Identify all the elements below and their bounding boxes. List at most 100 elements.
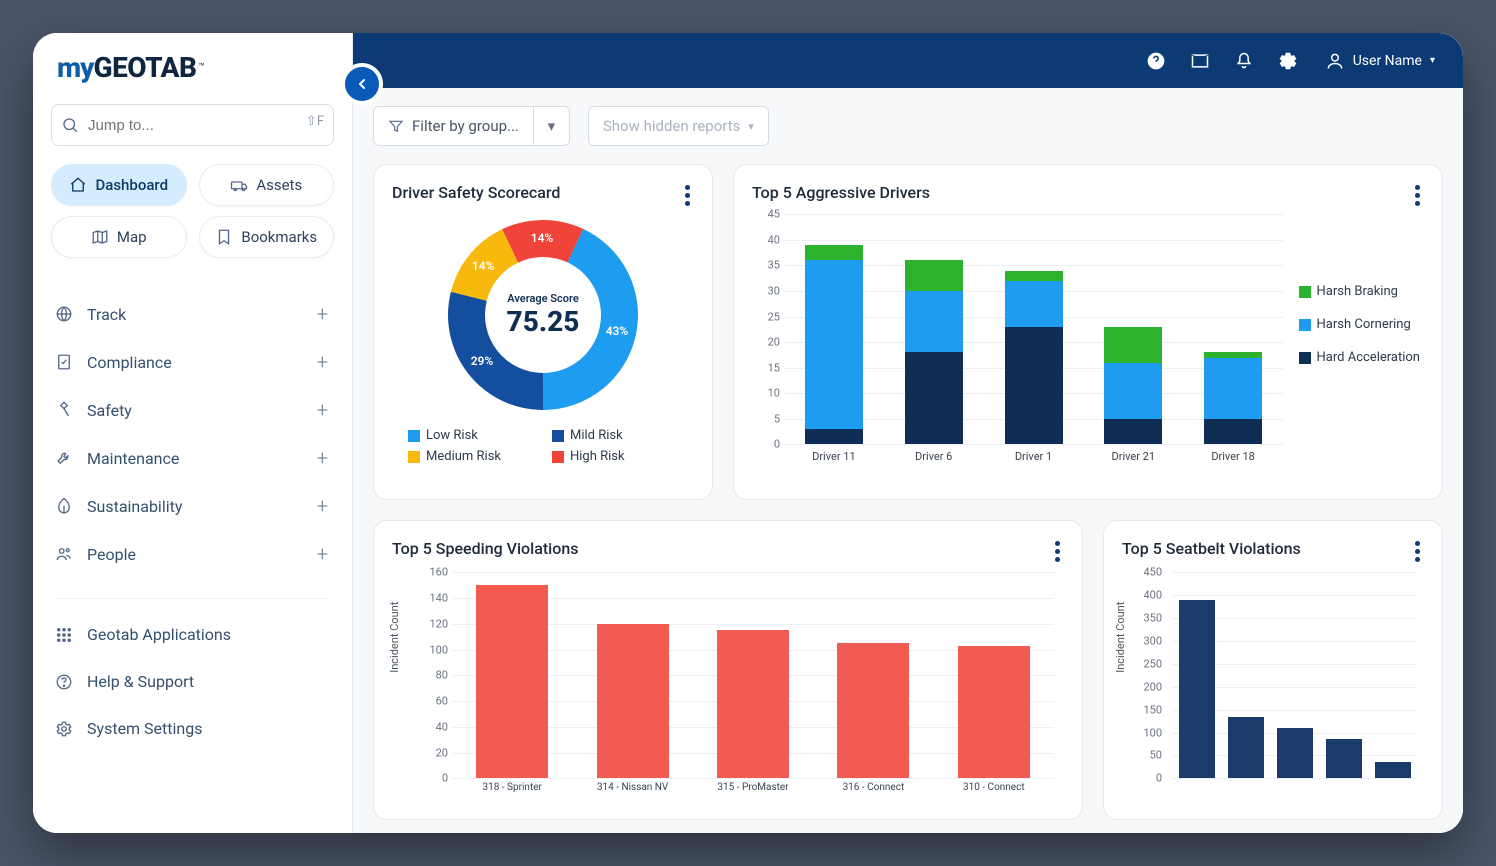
quicklink-bookmarks[interactable]: Bookmarks xyxy=(199,216,335,258)
filter-group-dropdown[interactable]: ▾ xyxy=(534,106,570,146)
filter-group-wrapper: Filter by group... ▾ xyxy=(373,106,570,146)
donut-center: Average Score 75.25 xyxy=(507,292,580,338)
nav-item-sustainability[interactable]: Sustainability + xyxy=(51,482,334,530)
settings-icon[interactable] xyxy=(1275,48,1301,74)
card-scorecard: Driver Safety Scorecard Average Score 75… xyxy=(373,164,713,500)
card-speeding-menu[interactable] xyxy=(1051,537,1064,566)
card-aggressive: Top 5 Aggressive Drivers 051015202530354… xyxy=(733,164,1443,500)
quicklink-bookmarks-label: Bookmarks xyxy=(241,228,317,246)
donut-slice-label: 43% xyxy=(606,324,629,338)
seatbelt-chart: Incident Count 0501001502002503003504004… xyxy=(1122,572,1424,802)
footer-settings[interactable]: System Settings xyxy=(51,705,334,752)
filter-by-group-button[interactable]: Filter by group... xyxy=(373,106,534,146)
chevron-down-icon: ▾ xyxy=(748,120,754,133)
expand-icon: + xyxy=(317,398,328,422)
sidebar: myGEOTAB™ ⇧F Dashboard Assets Map xyxy=(33,33,353,833)
seatbelt-ylabel: Incident Count xyxy=(1114,602,1127,673)
brand-logo: myGEOTAB™ xyxy=(51,43,334,98)
card-scorecard-menu[interactable] xyxy=(681,181,694,210)
aggressive-legend: Harsh Braking Harsh Cornering Hard Accel… xyxy=(1299,214,1424,474)
app-shell: myGEOTAB™ ⇧F Dashboard Assets Map xyxy=(33,33,1463,833)
expand-icon: + xyxy=(317,302,328,326)
quicklink-map[interactable]: Map xyxy=(51,216,187,258)
aggressive-body: 051015202530354045Driver 11Driver 6Drive… xyxy=(752,214,1424,474)
footer-help[interactable]: Help & Support xyxy=(51,658,334,705)
nav-compliance-label: Compliance xyxy=(87,353,172,372)
nav-maintenance-label: Maintenance xyxy=(87,449,179,468)
footer-help-label: Help & Support xyxy=(87,672,194,691)
card-seatbelt-title: Top 5 Seatbelt Violations xyxy=(1122,539,1424,558)
legend-mild-risk: Mild Risk xyxy=(552,428,678,443)
topbar: User Name ▾ xyxy=(353,33,1463,88)
footer-settings-label: System Settings xyxy=(87,719,202,738)
nav-track-label: Track xyxy=(87,305,126,324)
user-name-label: User Name xyxy=(1353,53,1422,69)
nav-item-compliance[interactable]: Compliance + xyxy=(51,338,334,386)
legend-harsh-braking: Harsh Braking xyxy=(1299,284,1420,299)
card-seatbelt: Top 5 Seatbelt Violations Incident Count… xyxy=(1103,520,1443,820)
chevron-down-icon: ▾ xyxy=(1430,55,1435,66)
sidebar-collapse-button[interactable] xyxy=(341,63,383,105)
nav-item-track[interactable]: Track + xyxy=(51,290,334,338)
brand-part2: GEOTAB xyxy=(94,51,197,84)
nav-divider xyxy=(55,598,330,599)
donut-center-label: Average Score xyxy=(507,292,580,305)
show-hidden-reports-button[interactable]: Show hidden reports ▾ xyxy=(588,106,769,146)
quicklinks: Dashboard Assets Map Bookmarks xyxy=(51,164,334,258)
quicklink-dashboard[interactable]: Dashboard xyxy=(51,164,187,206)
expand-icon: + xyxy=(317,446,328,470)
nav-item-people[interactable]: People + xyxy=(51,530,334,578)
notifications-icon[interactable] xyxy=(1231,48,1257,74)
show-hidden-label: Show hidden reports xyxy=(603,117,740,135)
brand-part1: my xyxy=(57,51,94,84)
main: User Name ▾ Filter by group... ▾ Show hi… xyxy=(353,33,1463,833)
cards-container: Driver Safety Scorecard Average Score 75… xyxy=(353,164,1463,833)
brand-tm: ™ xyxy=(198,62,204,73)
expand-icon: + xyxy=(317,494,328,518)
speeding-ylabel: Incident Count xyxy=(388,602,401,673)
footer-apps[interactable]: Geotab Applications xyxy=(51,611,334,658)
quicklink-dashboard-label: Dashboard xyxy=(95,176,168,194)
search-shortcut: ⇧F xyxy=(306,114,324,129)
donut-chart: Average Score 75.25 43% 29% 14% 14% xyxy=(438,210,648,420)
card-row-2: Top 5 Speeding Violations Incident Count… xyxy=(373,520,1443,820)
legend-hard-acceleration: Hard Acceleration xyxy=(1299,350,1420,365)
card-row-1: Driver Safety Scorecard Average Score 75… xyxy=(373,164,1443,500)
nav-list: Track + Compliance + Safety + Maintenanc… xyxy=(51,290,334,578)
legend-harsh-cornering: Harsh Cornering xyxy=(1299,317,1420,332)
card-speeding-title: Top 5 Speeding Violations xyxy=(392,539,1064,558)
legend-low-risk: Low Risk xyxy=(408,428,534,443)
expand-icon: + xyxy=(317,542,328,566)
donut-slice-label: 14% xyxy=(531,231,554,245)
card-aggressive-title: Top 5 Aggressive Drivers xyxy=(752,183,1424,202)
donut-slice-label: 29% xyxy=(471,354,494,368)
help-icon[interactable] xyxy=(1143,48,1169,74)
card-speeding: Top 5 Speeding Violations Incident Count… xyxy=(373,520,1083,820)
quicklink-assets[interactable]: Assets xyxy=(199,164,335,206)
donut-center-value: 75.25 xyxy=(507,305,580,338)
messages-icon[interactable] xyxy=(1187,48,1213,74)
user-menu[interactable]: User Name ▾ xyxy=(1325,51,1435,71)
expand-icon: + xyxy=(317,350,328,374)
search-icon xyxy=(61,116,79,138)
legend-medium-risk: Medium Risk xyxy=(408,449,534,464)
filter-bar: Filter by group... ▾ Show hidden reports… xyxy=(353,88,1463,164)
card-seatbelt-menu[interactable] xyxy=(1411,537,1424,566)
donut-slice-label: 14% xyxy=(472,259,495,273)
scorecard-legend: Low Risk Mild Risk Medium Risk High Risk xyxy=(392,428,694,464)
search-input[interactable] xyxy=(51,104,334,146)
nav-item-safety[interactable]: Safety + xyxy=(51,386,334,434)
nav-item-maintenance[interactable]: Maintenance + xyxy=(51,434,334,482)
nav-safety-label: Safety xyxy=(87,401,132,420)
aggressive-chart: 051015202530354045Driver 11Driver 6Drive… xyxy=(752,214,1283,474)
card-scorecard-title: Driver Safety Scorecard xyxy=(392,183,694,202)
nav-people-label: People xyxy=(87,545,136,564)
quicklink-assets-label: Assets xyxy=(256,176,302,194)
filter-by-group-label: Filter by group... xyxy=(412,117,519,135)
legend-high-risk: High Risk xyxy=(552,449,678,464)
nav-sustainability-label: Sustainability xyxy=(87,497,182,516)
search-wrapper: ⇧F xyxy=(51,104,334,146)
quicklink-map-label: Map xyxy=(117,228,147,246)
card-aggressive-menu[interactable] xyxy=(1411,181,1424,210)
footer-apps-label: Geotab Applications xyxy=(87,625,231,644)
